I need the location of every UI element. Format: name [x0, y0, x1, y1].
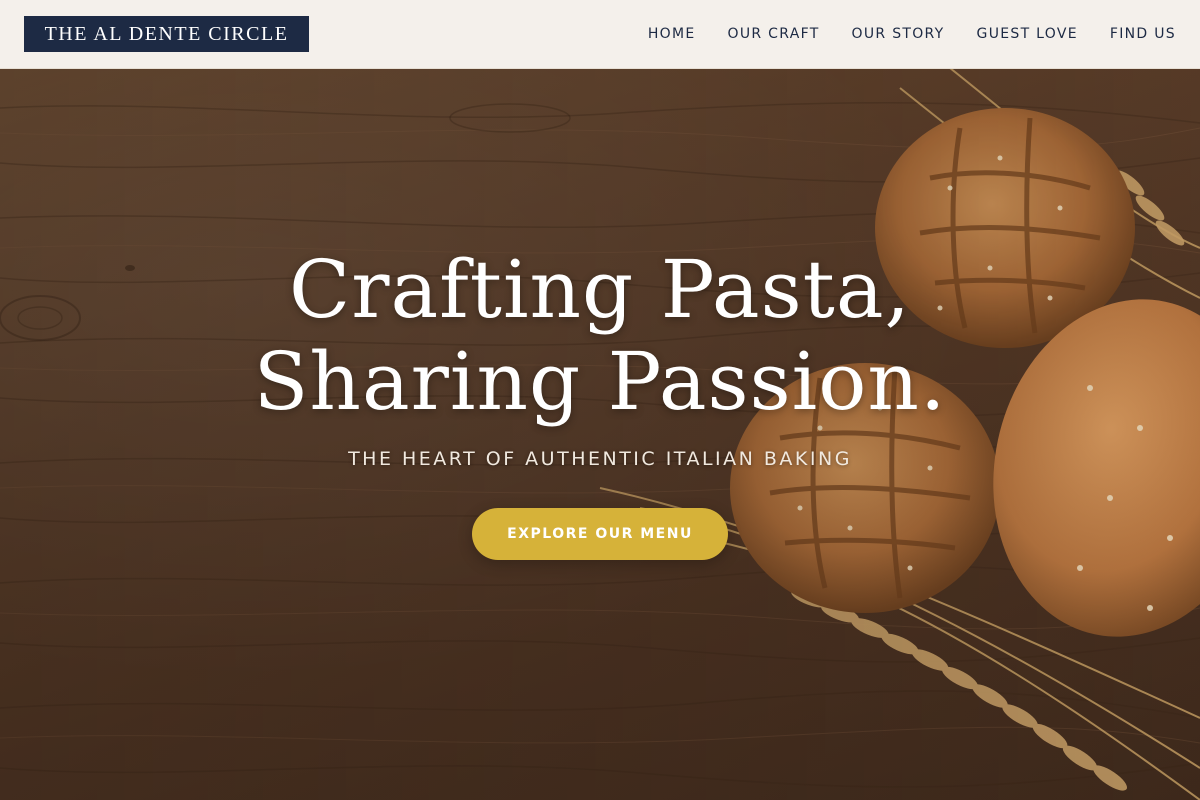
nav-link-home[interactable]: HOME [648, 26, 696, 42]
site-header: THE AL DENTE CIRCLE HOME OUR CRAFT OUR S… [0, 0, 1200, 69]
nav-link-our-story[interactable]: OUR STORY [852, 26, 945, 42]
nav-link-find-us[interactable]: FIND US [1110, 26, 1176, 42]
hero-headline: Crafting Pasta, Sharing Passion. [0, 244, 1200, 428]
nav-link-our-craft[interactable]: OUR CRAFT [728, 26, 820, 42]
hero-headline-line-1: Crafting Pasta, [289, 243, 911, 336]
hero-headline-line-2: Sharing Passion. [253, 335, 947, 428]
nav-link-guest-love[interactable]: GUEST LOVE [977, 26, 1078, 42]
explore-menu-button[interactable]: EXPLORE OUR MENU [472, 508, 728, 560]
brand-logo[interactable]: THE AL DENTE CIRCLE [24, 16, 309, 52]
hero-tagline: THE HEART OF AUTHENTIC ITALIAN BAKING [348, 448, 852, 470]
hero-content: Crafting Pasta, Sharing Passion. THE HEA… [0, 244, 1200, 560]
hero-section: Crafting Pasta, Sharing Passion. THE HEA… [0, 68, 1200, 800]
main-nav: HOME OUR CRAFT OUR STORY GUEST LOVE FIND… [648, 0, 1176, 68]
